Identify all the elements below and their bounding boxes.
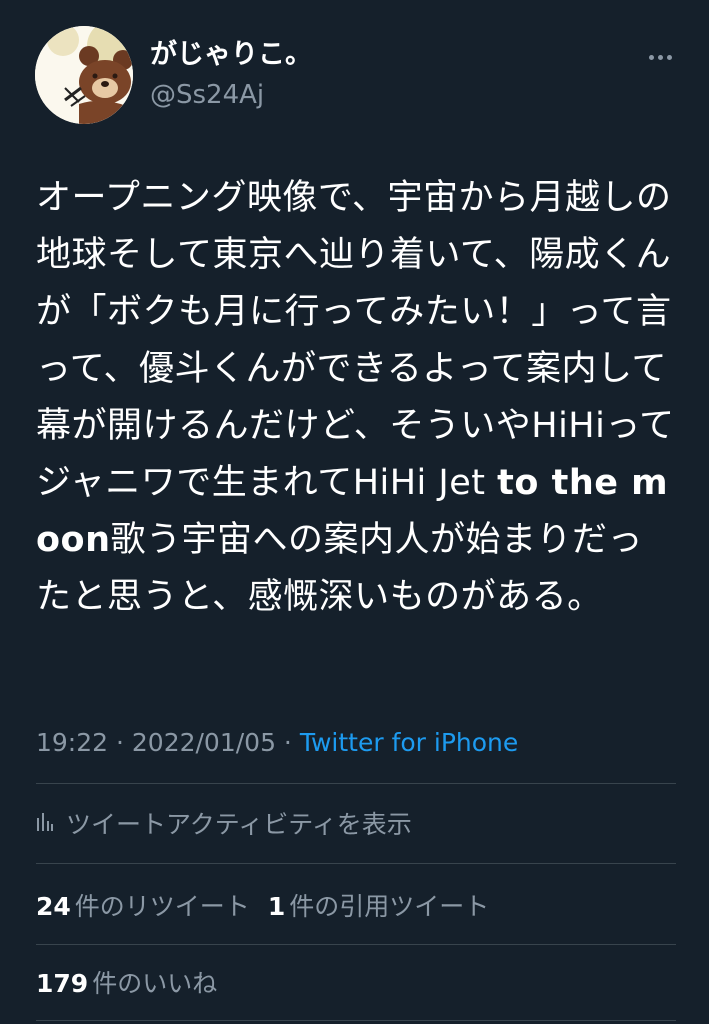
tweet-activity-link[interactable]: ツイートアクティビティを表示 [36,806,412,840]
quote-tweets-count: 1 [267,892,286,921]
tweet-date[interactable]: 2022/01/05 [132,728,276,757]
analytics-bars-icon [36,809,54,838]
display-name[interactable]: がじゃりこ。 [150,38,312,72]
meta-separator: · [275,728,300,757]
divider [36,863,676,864]
more-dot-icon [657,54,663,60]
user-handle[interactable]: @Ss24Aj [150,78,264,112]
more-options-button[interactable] [640,42,680,72]
retweets-stat[interactable]: 24 件のリツイート [36,892,250,921]
retweets-count: 24 [36,892,71,921]
tweet-time[interactable]: 19:22 [36,728,108,757]
divider [36,783,676,784]
tweet-text-part: 歌う宇宙への案内人が始まりだったと思うと、感慨深いものがある。 [36,520,644,617]
tweet-text: オープニング映像で、宇宙から月越しの地球そして東京へ辿り着いて、陽成くんが「ボク… [36,170,676,626]
divider [36,1020,676,1021]
tweet-activity-label: ツイートアクティビティを表示 [66,810,412,839]
tweet-text-part: オープニング映像で、宇宙から月越しの地球そして東京へ辿り着いて、陽成くんが「ボク… [36,178,675,503]
more-dot-icon [666,54,672,60]
divider [36,944,676,945]
avatar[interactable] [35,26,133,124]
bear-avatar-image [35,26,133,124]
quote-tweets-label: 件の引用ツイート [289,892,490,921]
quote-tweets-stat[interactable]: 1 件の引用ツイート [268,892,489,921]
tweet-header: がじゃりこ。 @Ss24Aj [0,0,709,150]
tweet-source-link[interactable]: Twitter for iPhone [300,728,518,757]
likes-count: 179 [36,969,89,998]
meta-separator: · [108,728,132,757]
more-dot-icon [648,54,654,60]
retweets-label: 件のリツイート [74,892,250,921]
likes-stat[interactable]: 179 件のいいね [36,967,217,1001]
tweet-meta: 19:22 · 2022/01/05 · Twitter for iPhone [36,726,518,760]
likes-label: 件のいいね [92,969,218,998]
engagement-stats: 24 件のリツイート 1 件の引用ツイート [36,890,489,924]
